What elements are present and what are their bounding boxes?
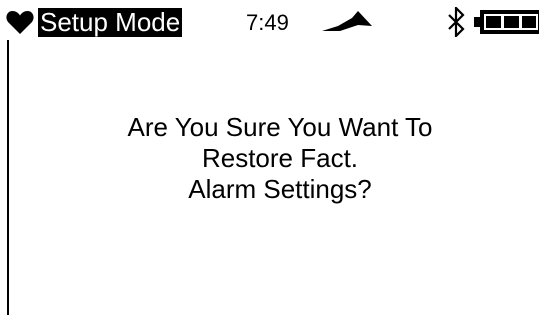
battery-icon [474, 10, 539, 34]
dialog-line-1: Are You Sure You Want To [127, 112, 433, 142]
status-bar: Setup Mode 7:49 [0, 0, 539, 40]
confirm-dialog: Are You Sure You Want To Restore Fact. A… [0, 112, 539, 205]
signal-icon [322, 11, 372, 31]
dialog-line-3: Alarm Settings? [188, 174, 372, 204]
dialog-line-2: Restore Fact. [201, 143, 359, 173]
mode-label: Setup Mode [38, 7, 183, 37]
clock-time: 7:49 [246, 10, 289, 35]
heart-icon [6, 11, 34, 34]
bluetooth-icon [448, 7, 465, 37]
device-screen: Setup Mode 7:49 Are You Sure You Want To… [0, 0, 539, 315]
